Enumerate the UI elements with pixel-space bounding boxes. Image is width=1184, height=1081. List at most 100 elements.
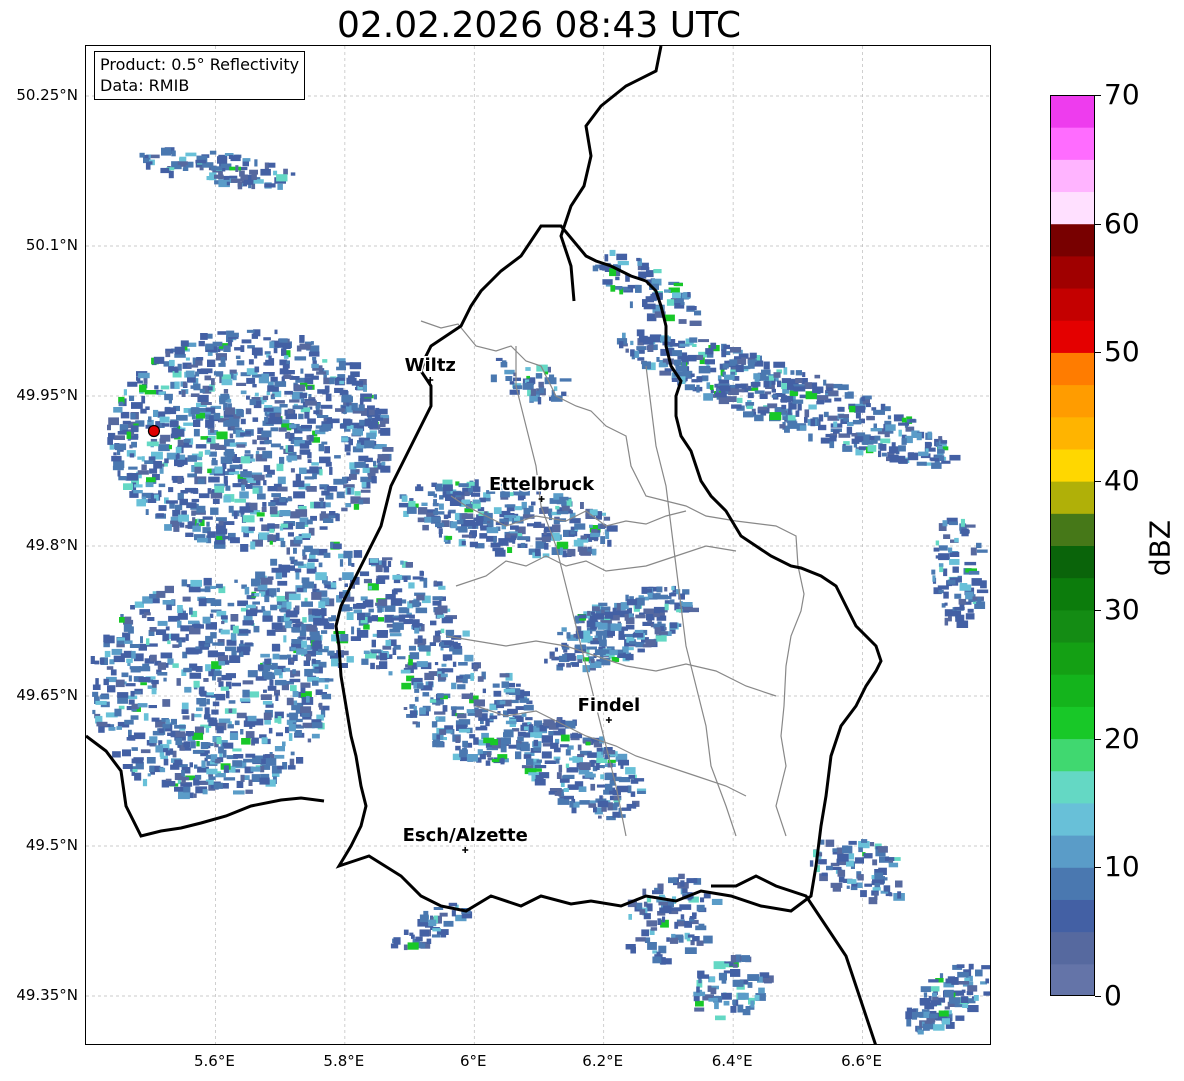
echo-cell <box>684 920 692 928</box>
echo-cell <box>298 413 304 420</box>
echo-cell <box>137 703 148 708</box>
echo-cell <box>271 622 283 630</box>
echo-cell <box>466 754 478 762</box>
echo-cell <box>333 543 342 550</box>
echo-cell <box>412 576 424 580</box>
echo-cell <box>607 630 615 637</box>
echo-cell <box>132 769 138 773</box>
echo-cell <box>507 708 518 715</box>
echo-cell <box>162 600 175 605</box>
echo-cell <box>251 737 259 744</box>
echo-cell <box>183 381 187 387</box>
echo-cell <box>277 580 288 586</box>
echo-cell <box>189 762 193 768</box>
echo-cell <box>962 972 969 977</box>
echo-cell <box>338 577 342 581</box>
echo-cell <box>595 763 600 770</box>
echo-cell <box>598 815 602 819</box>
echo-cell <box>158 444 170 452</box>
echo-cell <box>693 996 700 1002</box>
echo-cell <box>94 660 100 665</box>
echo-cell <box>897 891 902 899</box>
echo-cell <box>176 453 180 459</box>
echo-cell <box>204 714 211 720</box>
echo-cell <box>277 616 281 622</box>
echo-cell <box>299 630 307 637</box>
echo-cell <box>216 652 225 656</box>
echo-cell <box>779 424 786 429</box>
echo-cell <box>134 772 142 781</box>
echo-cell <box>252 601 260 605</box>
echo-cell <box>802 372 806 378</box>
echo-cell <box>306 486 317 492</box>
echo-cell <box>211 457 217 463</box>
echo-cell <box>351 563 355 567</box>
colorbar-segment <box>1050 416 1095 450</box>
echo-cell <box>230 614 239 622</box>
echo-cell <box>754 414 764 422</box>
echo-cell <box>361 658 369 665</box>
echo-cell <box>570 526 575 530</box>
echo-cell <box>342 476 347 484</box>
echo-cell <box>793 386 806 392</box>
echo-cell <box>171 150 176 157</box>
echo-cell <box>401 614 412 618</box>
echo-cell <box>697 974 710 979</box>
echo-cell <box>217 331 227 335</box>
echo-cell <box>592 613 604 620</box>
echo-cell <box>251 774 261 782</box>
echo-cell <box>168 444 172 450</box>
echo-cell <box>311 658 316 664</box>
echo-cell <box>928 979 939 983</box>
echo-cell <box>253 625 260 633</box>
echo-cell <box>542 536 551 543</box>
echo-cell <box>149 736 158 744</box>
echo-cell <box>283 168 288 175</box>
echo-cell <box>417 683 424 689</box>
echo-cell <box>403 707 408 710</box>
echo-cell <box>610 623 622 631</box>
echo-cell <box>433 635 441 643</box>
echo-cell <box>562 654 567 662</box>
echo-cell <box>515 751 522 760</box>
radar-map-canvas[interactable]: WiltzEttelbruckFindelEsch/Alzette <box>86 46 991 1045</box>
echo-cell <box>865 435 869 440</box>
echo-cell <box>279 404 288 408</box>
echo-cell <box>570 733 583 739</box>
echo-cell <box>538 381 544 388</box>
echo-cell <box>617 785 629 793</box>
echo-cell <box>295 536 303 540</box>
colorbar-segment <box>1050 867 1095 900</box>
echo-cell <box>214 466 223 474</box>
radar-map[interactable]: Wiltz Ettelbruck Findel Esch/Alzette <box>85 45 991 1045</box>
echo-cell <box>965 613 975 620</box>
echo-cell <box>240 418 246 425</box>
echo-cell <box>321 693 332 700</box>
echo-cell <box>274 329 278 335</box>
echo-cell <box>330 582 337 588</box>
echo-cell <box>142 778 148 787</box>
echo-cell <box>149 765 155 772</box>
echo-cell <box>301 577 310 584</box>
echo-cell <box>895 880 903 888</box>
echo-cell <box>603 516 611 521</box>
echo-cell <box>630 340 634 346</box>
echo-cell <box>600 774 605 780</box>
colorbar-segment <box>1050 95 1095 128</box>
echo-cell <box>239 506 251 513</box>
echo-cell <box>432 502 439 507</box>
echo-cell <box>179 522 185 528</box>
echo-cell <box>202 616 211 624</box>
echo-cell <box>730 955 736 963</box>
echo-cell <box>196 505 206 513</box>
echo-cell <box>198 598 207 607</box>
echo-cell <box>541 751 552 759</box>
echo-cell <box>852 419 862 425</box>
echo-cell <box>691 379 698 383</box>
echo-cell <box>319 526 328 530</box>
echo-cell <box>795 378 803 384</box>
echo-cell <box>276 463 284 472</box>
echo-cell <box>916 461 927 466</box>
echo-cell <box>523 754 532 759</box>
echo-cell <box>177 605 183 613</box>
